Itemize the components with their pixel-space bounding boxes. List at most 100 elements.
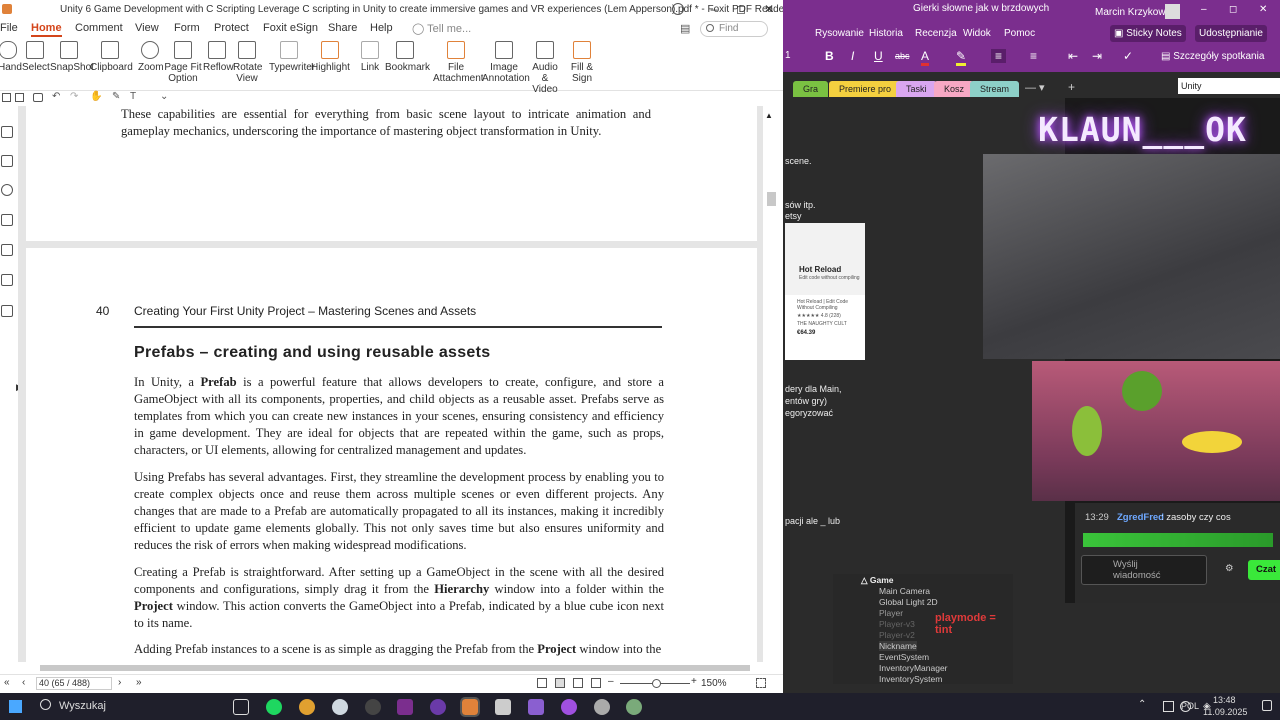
onenote-icon[interactable] xyxy=(397,699,413,715)
tab-premiere-pro[interactable]: Premiere pro xyxy=(829,81,902,97)
font-color-icon[interactable]: A xyxy=(921,49,930,66)
zoom-out-icon[interactable]: – xyxy=(608,676,614,687)
restore-button[interactable]: ◻ xyxy=(1229,4,1237,15)
task-view-icon[interactable] xyxy=(233,699,249,715)
clock-time[interactable]: 13:48 xyxy=(1213,695,1236,705)
page-fit-option-button[interactable]: Page Fit Option xyxy=(164,41,202,84)
add-section-icon[interactable]: + xyxy=(1068,80,1075,94)
audio-video-button[interactable]: Audio & Video xyxy=(528,41,562,95)
highlight-color-icon[interactable]: ✎ xyxy=(956,49,967,66)
hand-tool-button[interactable]: Hand xyxy=(0,41,22,73)
redo-icon[interactable]: ↷ xyxy=(70,91,78,102)
unity-hierarchy-panel[interactable]: △ Game Main Camera Global Light 2D Playe… xyxy=(833,574,1013,684)
hierarchy-item[interactable]: Player-v3 xyxy=(879,619,915,629)
link-button[interactable]: Link xyxy=(358,41,382,73)
vertical-scroll-thumb[interactable] xyxy=(767,192,776,206)
select-tool-button[interactable]: Select xyxy=(22,41,50,73)
gear-icon[interactable]: ⚙ xyxy=(1225,563,1234,574)
hierarchy-item[interactable]: Player xyxy=(879,608,903,618)
visual-studio-icon[interactable] xyxy=(528,699,544,715)
signature-panel-icon[interactable] xyxy=(1,305,13,317)
single-page-icon[interactable] xyxy=(537,678,547,688)
bookmark-panel-icon[interactable] xyxy=(1,126,13,138)
outdent-icon[interactable]: ⇤ xyxy=(1068,49,1078,63)
italic-button[interactable]: I xyxy=(851,49,854,63)
tab-taski[interactable]: Taski xyxy=(896,81,937,97)
notification-icon[interactable] xyxy=(1262,700,1272,711)
clock-app-icon[interactable] xyxy=(332,699,348,715)
messenger-icon[interactable] xyxy=(561,699,577,715)
close-button[interactable]: ✕ xyxy=(1259,4,1267,15)
github-icon[interactable] xyxy=(365,699,381,715)
menu-view[interactable]: View xyxy=(135,22,159,34)
chat-button[interactable]: Czat xyxy=(1248,560,1280,580)
next-page-icon[interactable]: › xyxy=(118,677,121,688)
zoom-slider-handle[interactable] xyxy=(652,679,661,688)
account-icon[interactable] xyxy=(672,3,684,15)
prev-page-icon[interactable]: ‹ xyxy=(22,677,25,688)
horizontal-scroll-thumb[interactable] xyxy=(40,665,750,671)
maximize-button[interactable]: ◻ xyxy=(727,0,755,19)
tray-chevron-icon[interactable]: ⌃ xyxy=(1138,699,1146,710)
hot-reload-card[interactable]: Hot Reload Edit code without compiling H… xyxy=(785,223,865,360)
image-annotation-button[interactable]: Image Annotation xyxy=(482,41,530,84)
strikethrough-button[interactable]: abc xyxy=(895,51,910,61)
obs-icon[interactable] xyxy=(430,699,446,715)
hand-small-icon[interactable]: ✋ xyxy=(90,91,102,102)
menu-help[interactable]: Help xyxy=(370,22,393,34)
settings-icon[interactable] xyxy=(594,699,610,715)
save-icon[interactable] xyxy=(15,93,24,102)
fill-sign-button[interactable]: Fill & Sign xyxy=(568,41,596,84)
foxit-icon[interactable] xyxy=(460,697,480,717)
customize-chevron-icon[interactable]: ⌄ xyxy=(160,91,168,102)
attachments-panel-icon[interactable] xyxy=(1,244,13,256)
first-page-icon[interactable]: « xyxy=(4,677,10,688)
notebook-search-input[interactable]: Unity xyxy=(1178,78,1280,94)
menu-comment[interactable]: Comment xyxy=(75,22,123,34)
comments-panel-icon[interactable] xyxy=(1,184,13,196)
menu-home[interactable]: Home xyxy=(31,22,62,37)
unity-icon[interactable] xyxy=(495,699,511,715)
menu-share[interactable]: Share xyxy=(328,22,357,34)
spotify-icon[interactable] xyxy=(266,699,282,715)
avatar[interactable] xyxy=(1165,4,1180,19)
minimize-button[interactable]: – xyxy=(1201,4,1207,15)
menu-form[interactable]: Form xyxy=(174,22,200,34)
hierarchy-item[interactable]: Nickname xyxy=(879,641,917,651)
zoom-level[interactable]: 150% xyxy=(701,678,727,689)
facing-page-icon[interactable] xyxy=(573,678,583,688)
typewriter-button[interactable]: Typewriter xyxy=(269,41,315,73)
undo-icon[interactable]: ↶ xyxy=(52,91,60,102)
hierarchy-item[interactable]: Global Light 2D xyxy=(879,597,938,607)
clock-date[interactable]: 11.09.2025 xyxy=(1203,707,1247,717)
horizontal-scrollbar[interactable] xyxy=(0,662,783,674)
print-icon[interactable] xyxy=(33,93,43,102)
hierarchy-item[interactable]: EventSystem xyxy=(879,652,929,662)
more-sections-icon[interactable]: — ▾ xyxy=(1025,81,1045,94)
layout-icon[interactable]: ▤ xyxy=(680,22,690,35)
tag-icon[interactable]: ✓ xyxy=(1123,49,1133,63)
tell-me-field[interactable]: ◯ Tell me... xyxy=(412,22,471,35)
minimize-button[interactable]: – xyxy=(700,0,728,19)
text-small-icon[interactable]: T xyxy=(130,91,136,102)
menu-widok[interactable]: Widok xyxy=(963,28,991,39)
bullets-icon[interactable]: ≡ xyxy=(991,49,1007,63)
page-number-field[interactable]: 40 (65 / 488) xyxy=(36,677,112,690)
menu-foxit-esign[interactable]: Foxit eSign xyxy=(263,22,318,34)
reflow-button[interactable]: Reflow xyxy=(203,41,234,73)
chrome-icon[interactable] xyxy=(299,699,315,715)
underline-button[interactable]: U xyxy=(874,49,883,63)
zoom-button[interactable]: Zoom xyxy=(138,41,164,73)
tab-gra[interactable]: Gra xyxy=(793,81,829,97)
security-panel-icon[interactable] xyxy=(1,274,13,286)
hierarchy-item[interactable]: InventoryManager xyxy=(879,663,948,673)
layers-panel-icon[interactable] xyxy=(1,214,13,226)
document-view[interactable]: These capabilities are essential for eve… xyxy=(18,106,763,662)
bookmark-button[interactable]: Bookmark xyxy=(385,41,430,73)
taskbar-search[interactable]: Wyszukaj xyxy=(59,700,106,712)
menu-protect[interactable]: Protect xyxy=(214,22,249,34)
menu-rysowanie[interactable]: Rysowanie xyxy=(815,28,864,39)
last-page-icon[interactable]: » xyxy=(136,677,142,688)
snapshot-button[interactable]: SnapShot xyxy=(50,41,94,73)
share-button[interactable]: Udostępnianie xyxy=(1195,25,1267,42)
